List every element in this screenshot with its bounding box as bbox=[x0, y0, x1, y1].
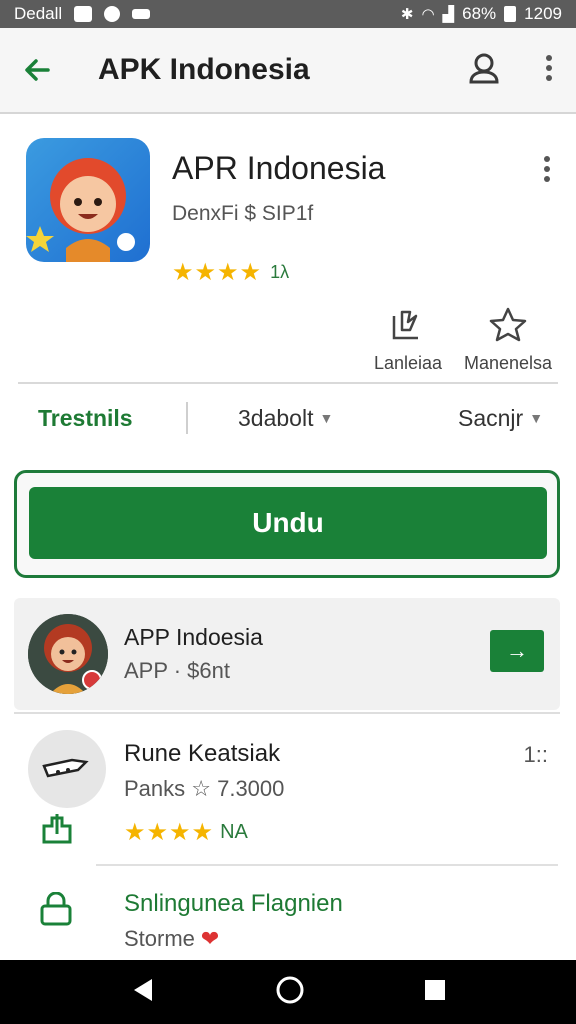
install-container: Undu bbox=[14, 470, 560, 578]
chevron-down-icon: ▼ bbox=[529, 410, 544, 426]
tab-sacnjr-label: Sacnjr bbox=[458, 404, 524, 431]
notification-icon bbox=[74, 6, 93, 22]
rating-stars: ★★★★ bbox=[172, 259, 263, 286]
tab-3dabolt-label: 3dabolt bbox=[238, 404, 314, 431]
wifi-icon: ◠ bbox=[421, 6, 435, 23]
rating-value: 1λ bbox=[270, 262, 290, 282]
carrier-label: Dedall bbox=[14, 4, 63, 23]
share-action[interactable]: Lanleiaa bbox=[368, 306, 448, 374]
battery-percent: 68% bbox=[462, 4, 497, 23]
clock: 1209 bbox=[524, 4, 562, 23]
battery-icon bbox=[504, 6, 517, 22]
tab-3dabolt[interactable]: 3dabolt ▼ bbox=[238, 405, 333, 432]
wishlist-action-label: Manenelsa bbox=[463, 353, 553, 373]
download-icon[interactable] bbox=[40, 812, 74, 853]
list-item-subtitle: Storme bbox=[124, 926, 195, 951]
star-outline-icon bbox=[488, 307, 528, 346]
status-bar: Dedall ✱ ◠ ▟ 68% 1209 bbox=[0, 0, 576, 28]
app-rating: ★★★★ 1λ bbox=[172, 258, 289, 287]
signal-icon: ▟ bbox=[442, 6, 455, 23]
nav-recents-icon[interactable] bbox=[424, 979, 446, 1006]
heart-icon: ❤ bbox=[200, 926, 220, 951]
media-icon bbox=[104, 6, 121, 22]
navigation-bar bbox=[0, 960, 576, 1024]
overflow-menu-icon[interactable] bbox=[544, 53, 554, 88]
tab-separator bbox=[186, 402, 188, 434]
app-bar: APK Indonesia bbox=[0, 28, 576, 114]
arrow-right-icon: → bbox=[506, 638, 528, 663]
page-title: APK Indonesia bbox=[98, 53, 310, 86]
list-item-title[interactable]: Snlingunea Flagnien bbox=[124, 890, 343, 918]
list-item-thumbnail[interactable] bbox=[28, 730, 106, 808]
message-icon bbox=[132, 9, 151, 19]
filter-tabs: Trestnils 3dabolt ▼ Sacnjr ▼ bbox=[0, 384, 576, 452]
nav-back-icon[interactable] bbox=[130, 977, 156, 1008]
share-action-label: Lanleiaa bbox=[373, 353, 443, 373]
divider bbox=[96, 864, 558, 866]
list-item-subtitle-row: Storme ❤ bbox=[124, 926, 219, 952]
chevron-down-icon: ▼ bbox=[319, 410, 334, 426]
avatar bbox=[28, 614, 108, 694]
rating-stars: ★★★★ bbox=[124, 819, 215, 846]
list-item-title[interactable]: Rune Keatsiak bbox=[124, 740, 280, 768]
tab-trestnils-label: Trestnils bbox=[38, 404, 133, 431]
lock-icon[interactable] bbox=[38, 891, 74, 933]
card-title: APP Indoesia bbox=[124, 624, 263, 650]
app-more-icon[interactable] bbox=[542, 154, 552, 189]
app-icon[interactable] bbox=[26, 138, 150, 262]
wishlist-action[interactable]: Manenelsa bbox=[460, 306, 556, 374]
share-icon bbox=[388, 310, 428, 346]
app-header: APR Indonesia DenxFi $ SIP1f ★★★★ 1λ Lan… bbox=[0, 116, 576, 386]
nav-home-icon[interactable] bbox=[275, 975, 305, 1010]
divider bbox=[14, 712, 560, 714]
list-item[interactable]: APP Indoesia APP · $6nt → bbox=[14, 598, 560, 710]
card-subtitle: APP · $6nt bbox=[124, 658, 230, 683]
list-item-subtitle: Panks ☆ 7.3000 bbox=[124, 776, 285, 801]
back-arrow-icon[interactable] bbox=[22, 50, 62, 90]
tab-sacnjr[interactable]: Sacnjr ▼ bbox=[458, 405, 543, 432]
tab-trestnils[interactable]: Trestnils bbox=[38, 405, 133, 432]
install-button[interactable]: Undu bbox=[29, 487, 547, 559]
list-item-meta[interactable]: 1:: bbox=[524, 742, 548, 768]
app-name: APR Indonesia bbox=[172, 150, 386, 186]
account-icon[interactable] bbox=[466, 50, 502, 91]
open-button[interactable]: → bbox=[490, 630, 544, 672]
rating-label: NA bbox=[220, 821, 248, 843]
list-item-rating: ★★★★ NA bbox=[124, 818, 248, 847]
developer-name[interactable]: DenxFi $ SIP1f bbox=[172, 202, 313, 226]
bluetooth-icon: ✱ bbox=[400, 6, 414, 23]
